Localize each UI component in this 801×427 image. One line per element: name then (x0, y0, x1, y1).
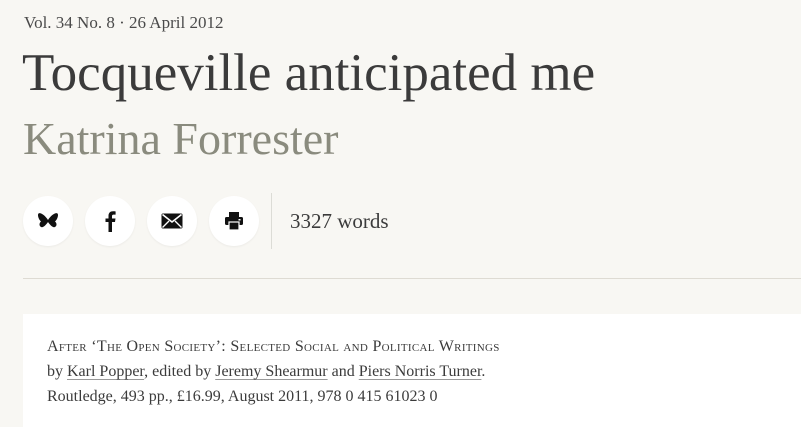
article-title: Tocqueville anticipated me (22, 44, 596, 102)
share-bar: 3327 words (23, 193, 389, 249)
share-facebook-button[interactable] (85, 196, 135, 246)
author-link[interactable]: Karl Popper (67, 363, 144, 380)
word-count: 3327 words (290, 208, 389, 233)
editor-link-1[interactable]: Jeremy Shearmur (215, 363, 327, 380)
facebook-icon (105, 211, 116, 232)
share-bluesky-button[interactable] (23, 196, 73, 246)
by-label: by (47, 363, 63, 380)
print-button[interactable] (209, 196, 259, 246)
author-name[interactable]: Katrina Forrester (23, 113, 339, 165)
credits-period: . (481, 363, 486, 380)
edited-by-label: , edited by (144, 363, 212, 380)
share-divider (271, 193, 272, 249)
section-divider (23, 278, 801, 279)
book-credits: by Karl Popper, edited by Jeremy Shearmu… (47, 359, 801, 384)
reviewed-book-box: After ‘The Open Society’: Selected Socia… (23, 314, 801, 427)
print-icon (225, 212, 243, 231)
publication-details: Routledge, 493 pp., £16.99, August 2011,… (47, 388, 438, 405)
book-title: After ‘The Open Society’: Selected Socia… (47, 338, 500, 355)
butterfly-icon (37, 213, 59, 228)
share-email-button[interactable] (147, 196, 197, 246)
and-label: and (331, 363, 355, 380)
issue-info: Vol. 34 No. 8 · 26 April 2012 (24, 13, 224, 32)
editor-link-2[interactable]: Piers Norris Turner (359, 363, 482, 380)
mail-icon (161, 213, 183, 229)
